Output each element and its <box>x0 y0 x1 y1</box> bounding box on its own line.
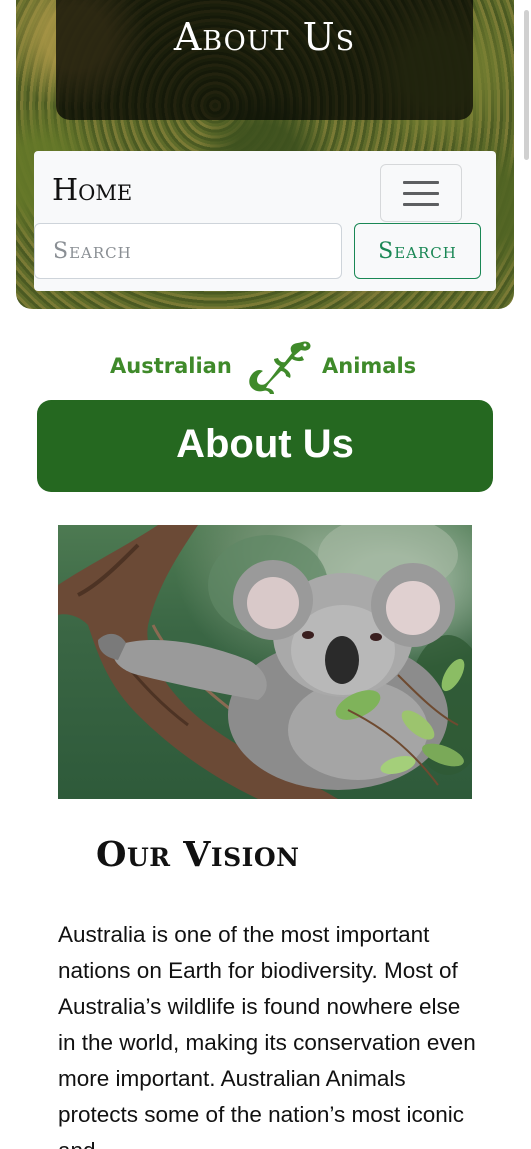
koala-photo <box>58 525 472 799</box>
scrollbar-track[interactable] <box>523 0 531 1149</box>
scrollbar-thumb[interactable] <box>524 10 529 160</box>
nav-home-link[interactable]: Home <box>52 173 132 208</box>
hero-title: About Us <box>173 15 356 59</box>
search-input[interactable] <box>34 223 342 279</box>
lizard-icon <box>249 341 311 394</box>
banner-title: About Us <box>176 422 354 466</box>
hamburger-icon-bar <box>403 203 439 206</box>
hamburger-icon-bar <box>403 192 439 195</box>
section-banner: About Us <box>37 400 493 492</box>
logo-word-australian: Australian <box>110 354 232 378</box>
search-button[interactable]: Search <box>354 223 481 279</box>
hero-title-box: About Us <box>56 0 473 120</box>
logo-word-animals: Animals <box>322 354 417 378</box>
koala-illustration <box>58 525 472 799</box>
hero-header: About Us Home Search <box>16 0 514 309</box>
menu-toggle-button[interactable] <box>380 164 462 222</box>
vision-paragraph: Australia is one of the most important n… <box>58 922 476 1149</box>
site-logo[interactable]: Australian Animals <box>110 336 420 396</box>
page: About Us Home Search Australian Animals … <box>0 0 531 1149</box>
navbar: Home Search <box>34 151 496 291</box>
hamburger-icon <box>403 181 439 184</box>
vision-heading: Our Vision <box>96 834 300 875</box>
